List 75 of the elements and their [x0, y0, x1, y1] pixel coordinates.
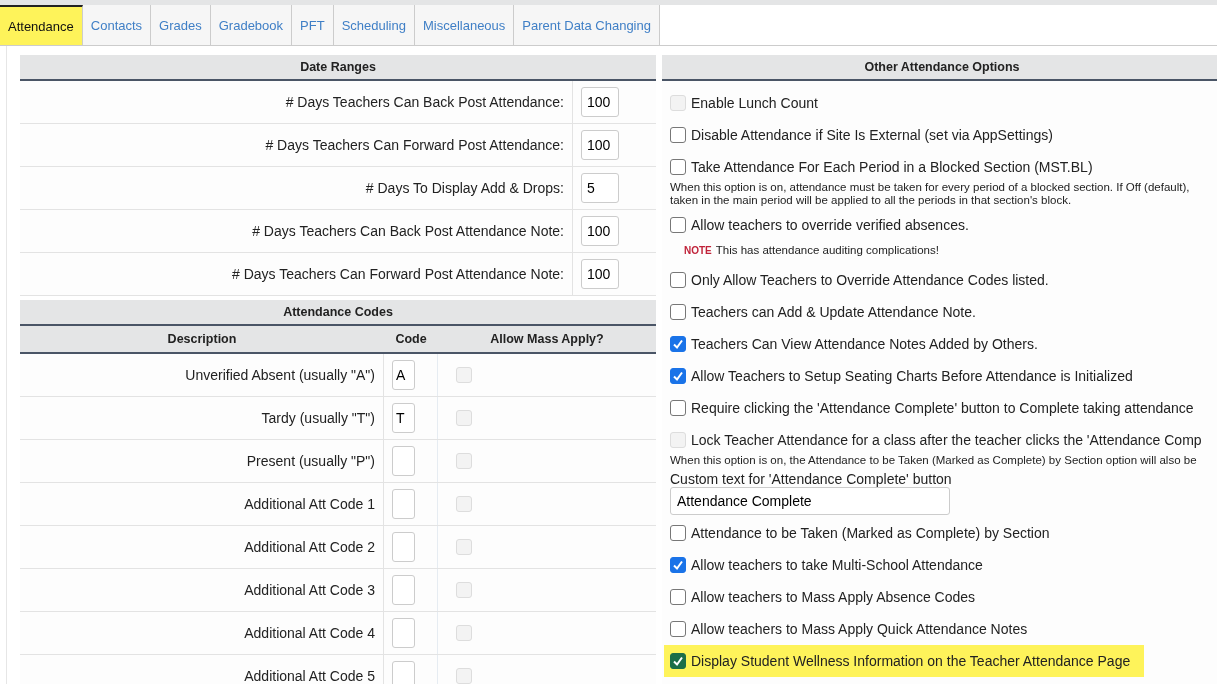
code-field[interactable]	[392, 532, 415, 562]
column-header: Allow Mass Apply?	[489, 332, 605, 346]
checkbox[interactable]	[670, 589, 686, 605]
section-header: Attendance Codes	[20, 300, 656, 326]
column-header: Description	[166, 332, 238, 346]
tab[interactable]: Grades	[151, 5, 211, 45]
field-label: # Days Teachers Can Back Post Attendance:	[285, 94, 564, 110]
checkmark-icon	[672, 655, 684, 667]
option-label: Allow teachers to Mass Apply Absence Codes	[691, 589, 976, 605]
number-field[interactable]: 100	[581, 130, 619, 160]
option-label: Allow teachers to Mass Apply Quick Attendance Notes	[691, 621, 1028, 637]
option-label: Disable Attendance if Site Is External (set via AppSettings)	[691, 127, 1053, 143]
option-label: Enable Lunch Count	[691, 95, 818, 111]
field-label: Custom text for 'Attendance Complete' button	[670, 471, 953, 487]
checkbox[interactable]	[670, 621, 686, 637]
code-field[interactable]	[392, 618, 415, 648]
number-field[interactable]: 5	[581, 173, 619, 203]
checkmark-icon	[672, 559, 684, 571]
option-label: Require clicking the 'Attendance Complete' button to Complete taking attendance	[691, 400, 1194, 416]
option-label: Allow Teachers to Setup Seating Charts Before Attendance is Initialized	[691, 368, 1133, 384]
warning-note: NOTE This has attendance auditing complications!	[684, 244, 939, 256]
code-description: Additional Att Code 4	[244, 625, 375, 641]
code-description: Present (usually "P")	[246, 453, 375, 469]
option-label: Teachers Can View Attendance Notes Added by Others.	[691, 336, 1038, 352]
field-label: # Days To Display Add & Drops:	[365, 180, 564, 196]
checkbox[interactable]	[670, 217, 686, 233]
option-label: Teachers can Add & Update Attendance Note.	[691, 304, 976, 320]
option-label: Attendance to be Taken (Marked as Complete) by Section	[691, 525, 1050, 541]
option-label: Only Allow Teachers to Override Attendance Codes listed.	[691, 272, 1049, 288]
checkmark-icon	[672, 338, 684, 350]
section-header: Date Ranges	[20, 55, 656, 81]
column-header: Code	[394, 332, 428, 346]
tab[interactable]: Gradebook	[210, 5, 293, 45]
checkbox[interactable]	[670, 525, 686, 541]
option-label: Display Student Wellness Information on the Teacher Attendance Page	[691, 653, 1131, 669]
field-label: # Days Teachers Can Forward Post Attendance Note:	[231, 266, 564, 282]
checkmark-icon	[672, 370, 684, 382]
checkbox[interactable]	[670, 159, 686, 175]
code-field[interactable]	[392, 661, 415, 684]
field-label: # Days Teachers Can Back Post Attendance Note:	[252, 223, 564, 239]
tab[interactable]: Scheduling	[333, 5, 415, 45]
checkbox[interactable]	[670, 557, 686, 573]
checkbox[interactable]	[670, 336, 686, 352]
option-label: Allow teachers to override verified absences.	[691, 217, 969, 233]
button-text-field[interactable]: Attendance Complete	[670, 487, 950, 515]
number-field[interactable]: 100	[581, 87, 619, 117]
code-field[interactable]	[392, 446, 415, 476]
tab[interactable]: Attendance	[0, 5, 83, 45]
option-label: Allow teachers to take Multi-School Attendance	[691, 557, 983, 573]
checkbox[interactable]	[670, 368, 686, 384]
tab[interactable]: Contacts	[82, 5, 152, 45]
option-description: When this option is on, the Attendance to be Taken (Marked as Complete) by Section option will also be	[670, 454, 1198, 467]
checkbox[interactable]	[670, 400, 686, 416]
code-description: Additional Att Code 5	[244, 668, 375, 684]
checkbox[interactable]	[670, 127, 686, 143]
code-description: Tardy (usually "T")	[261, 410, 375, 426]
number-field[interactable]: 100	[581, 259, 619, 289]
code-description: Unverified Absent (usually "A")	[185, 367, 375, 383]
tab[interactable]: PFT	[292, 5, 334, 45]
code-description: Additional Att Code 1	[244, 496, 375, 512]
option-description: When this option is on, attendance must be taken for every period of a blocked section. If Off (default), taken in the main period will be applied to all the periods in that section's block.	[670, 181, 1191, 207]
tab[interactable]: Parent Data Changing	[514, 5, 660, 45]
field-label: # Days Teachers Can Forward Post Attendance:	[265, 137, 564, 153]
code-field[interactable]	[392, 489, 415, 519]
tab[interactable]: Miscellaneous	[414, 5, 515, 45]
number-field[interactable]: 100	[581, 216, 619, 246]
checkbox[interactable]	[670, 653, 686, 669]
option-label: Lock Teacher Attendance for a class after the teacher clicks the 'Attendance Comp	[691, 432, 1202, 448]
code-description: Additional Att Code 2	[244, 539, 375, 555]
option-label: Take Attendance For Each Period in a Blocked Section (MST.BL)	[691, 159, 1093, 175]
checkbox[interactable]	[670, 272, 686, 288]
checkbox[interactable]	[670, 304, 686, 320]
code-description: Additional Att Code 3	[244, 582, 375, 598]
section-header: Other Attendance Options	[662, 55, 1217, 81]
code-field[interactable]	[392, 575, 415, 605]
